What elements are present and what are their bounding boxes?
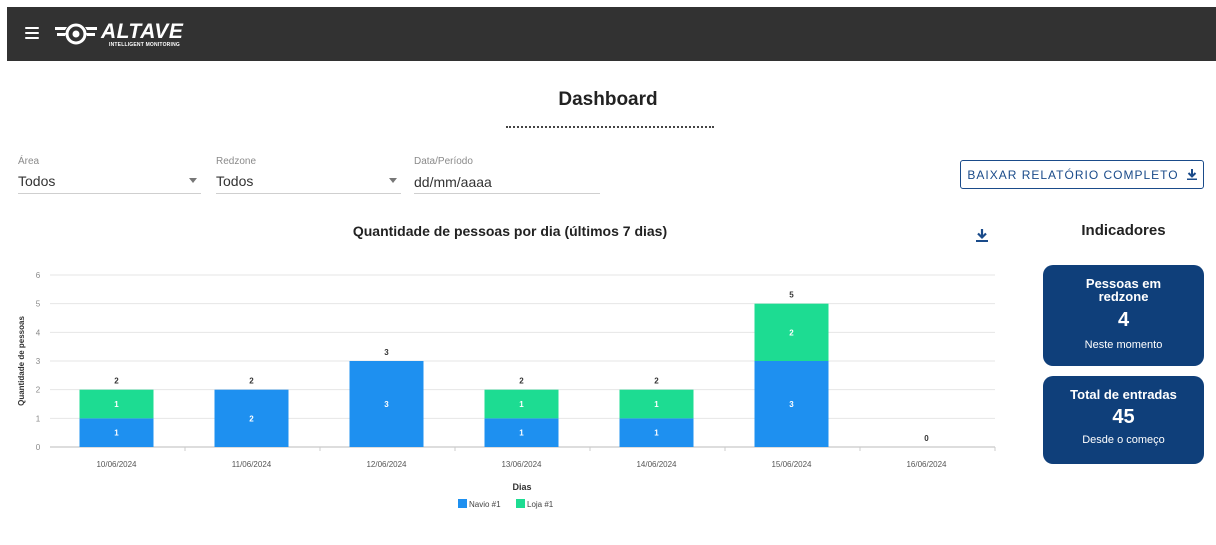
- bar-value-label: 1: [114, 400, 119, 409]
- chevron-down-icon[interactable]: [389, 178, 397, 183]
- x-tick-label: 16/06/2024: [906, 460, 947, 469]
- bar-total-label: 2: [249, 377, 254, 386]
- y-tick-label: 3: [36, 357, 41, 366]
- redzone-select[interactable]: Redzone Todos: [216, 156, 401, 194]
- x-axis-label: Dias: [512, 482, 531, 492]
- logo-emblem-icon: [55, 23, 97, 45]
- redzone-label: Redzone: [216, 156, 257, 167]
- people-per-day-chart: 0 1 2 3 4 5 6 Quantidade de pessoas 1 1 2 10/06/202…: [17, 271, 996, 509]
- date-label: Data/Período: [414, 156, 473, 167]
- hamburger-menu-icon[interactable]: [25, 27, 39, 39]
- entries-card-value: 45: [1112, 406, 1135, 428]
- redzone-value: Todos: [216, 173, 254, 189]
- chart-download-button[interactable]: [976, 229, 988, 247]
- bar-total-label: 5: [789, 291, 794, 300]
- logo-wordmark: ALTAVE: [101, 19, 184, 43]
- x-tick-label: 14/06/2024: [636, 460, 677, 469]
- date-input[interactable]: Data/Período dd/mm/aaaa: [414, 156, 600, 194]
- download-report-button[interactable]: BAIXAR RELATÓRIO COMPLETO: [960, 160, 1204, 189]
- y-tick-label: 1: [36, 414, 41, 423]
- y-tick-label: 2: [36, 386, 41, 395]
- area-label: Área: [18, 156, 40, 167]
- bar-value-label: 2: [249, 414, 254, 423]
- x-tick-label: 10/06/2024: [96, 460, 137, 469]
- bar-total-label: 2: [654, 377, 659, 386]
- x-tick-label: 11/06/2024: [232, 460, 272, 469]
- legend-label: Loja #1: [527, 500, 554, 509]
- bar-value-label: 1: [114, 429, 119, 438]
- top-bar: ALTAVE INTELLIGENT MONITORING: [7, 7, 1216, 61]
- date-value[interactable]: dd/mm/aaaa: [414, 174, 492, 190]
- chevron-down-icon[interactable]: [189, 178, 197, 183]
- bar-value-label: 1: [654, 400, 659, 409]
- legend-swatch: [516, 499, 525, 508]
- y-tick-label: 6: [36, 271, 41, 280]
- area-select[interactable]: Área Todos: [18, 156, 201, 194]
- altave-logo[interactable]: ALTAVE INTELLIGENT MONITORING: [53, 16, 183, 52]
- y-tick-label: 5: [36, 300, 41, 309]
- date-underline: [414, 193, 600, 194]
- redzone-indicator-card: Pessoas em redzone 4 Neste momento: [1043, 265, 1204, 366]
- entries-card-subtitle: Desde o começo: [1082, 434, 1165, 446]
- page-title: Dashboard: [558, 89, 658, 110]
- x-tick-label: 12/06/2024: [366, 460, 407, 469]
- x-tick-label: 13/06/2024: [501, 460, 542, 469]
- download-icon: [1186, 169, 1197, 180]
- chart-title: Quantidade de pessoas por dia (últimos 7…: [352, 223, 668, 239]
- indicators-title: Indicadores: [1081, 222, 1166, 239]
- legend-label: Navio #1: [469, 500, 501, 509]
- bar-total-label: 2: [519, 377, 524, 386]
- y-tick-label: 4: [36, 328, 41, 337]
- bar-value-label: 2: [789, 328, 794, 337]
- bar-value-label: 1: [519, 400, 524, 409]
- redzone-underline: [216, 193, 401, 194]
- bar-value-label: 3: [384, 400, 389, 409]
- redzone-card-subtitle: Neste momento: [1084, 339, 1163, 351]
- bar-value-label: 3: [789, 400, 794, 409]
- logo-tagline: INTELLIGENT MONITORING: [109, 41, 180, 48]
- entries-card-label: Total de entradas: [1070, 387, 1177, 402]
- legend-swatch: [458, 499, 467, 508]
- title-underline: [506, 126, 714, 128]
- y-axis-label: Quantidade de pessoas: [17, 316, 26, 406]
- bar-total-label: 3: [384, 348, 389, 357]
- bar-total-label: 2: [114, 377, 119, 386]
- x-tick-label: 15/06/2024: [771, 460, 812, 469]
- download-icon: [976, 229, 988, 242]
- y-tick-label: 0: [36, 443, 41, 452]
- area-underline: [18, 193, 201, 194]
- download-report-label: BAIXAR RELATÓRIO COMPLETO: [967, 167, 1179, 182]
- redzone-card-label: Pessoas em redzone: [1085, 276, 1162, 304]
- bar-value-label: 1: [654, 429, 659, 438]
- redzone-card-value: 4: [1117, 309, 1130, 331]
- entries-indicator-card: Total de entradas 45 Desde o começo: [1043, 376, 1204, 464]
- bar-value-label: 1: [519, 429, 524, 438]
- bar-total-label: 0: [924, 434, 929, 443]
- area-value: Todos: [18, 173, 56, 189]
